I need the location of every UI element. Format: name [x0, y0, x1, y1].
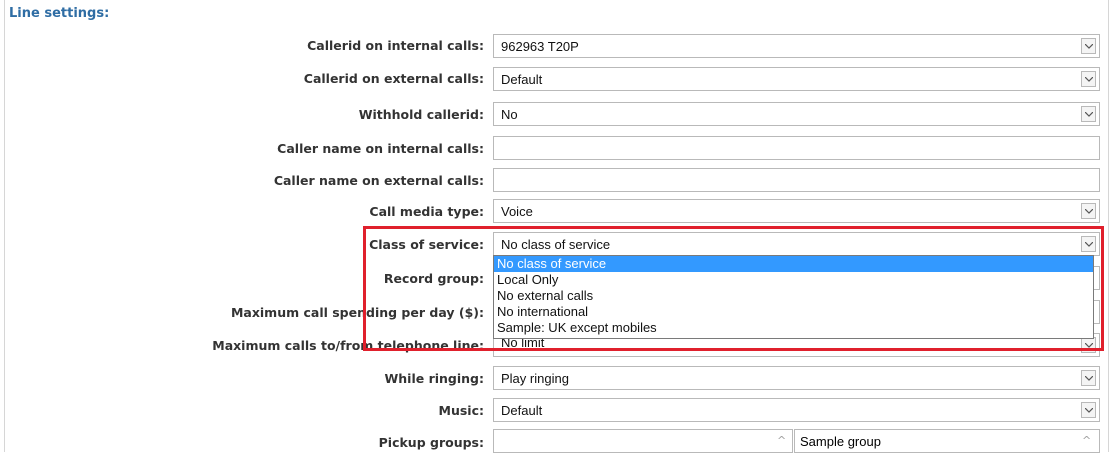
music-value: Default — [501, 403, 543, 418]
callerid-internal-select[interactable]: 962963 T20P — [493, 34, 1100, 58]
label-call-media-type: Call media type: — [369, 204, 484, 219]
label-max-call-spending: Maximum call spending per day ($): — [230, 305, 484, 320]
scroll-up-icon[interactable]: ^ — [1082, 434, 1091, 447]
callerid-internal-value: 962963 T20P — [501, 39, 579, 54]
dropdown-option[interactable]: No class of service — [494, 256, 1093, 272]
pickup-groups-available-list[interactable]: Sample group ^ — [794, 429, 1100, 453]
dropdown-option[interactable]: No external calls — [494, 288, 1093, 304]
caller-name-external-field[interactable] — [493, 168, 1100, 192]
caller-name-internal-field[interactable] — [493, 136, 1100, 160]
while-ringing-value: Play ringing — [501, 371, 569, 386]
music-select[interactable]: Default — [493, 398, 1100, 422]
label-callerid-external: Callerid on external calls: — [303, 71, 484, 86]
call-media-type-value: Voice — [501, 204, 533, 219]
dropdown-option[interactable]: No international — [494, 304, 1093, 320]
chevron-down-icon[interactable] — [1081, 203, 1096, 219]
label-caller-name-external: Caller name on external calls: — [273, 173, 484, 188]
chevron-down-icon[interactable] — [1081, 106, 1096, 122]
withhold-callerid-select[interactable]: No — [493, 102, 1100, 126]
callerid-external-value: Default — [501, 72, 543, 87]
pickup-groups-selected-list[interactable]: ^ — [493, 429, 793, 453]
pickup-group-item[interactable]: Sample group — [800, 434, 881, 449]
label-withhold-callerid: Withhold callerid: — [358, 107, 484, 122]
chevron-down-icon[interactable] — [1081, 236, 1096, 252]
class-of-service-value: No class of service — [501, 237, 611, 252]
label-pickup-groups: Pickup groups: — [378, 435, 484, 450]
section-title: Line settings: — [9, 6, 110, 21]
class-of-service-select[interactable]: No class of service — [493, 232, 1100, 256]
while-ringing-select[interactable]: Play ringing — [493, 366, 1100, 390]
chevron-down-icon[interactable] — [1081, 370, 1096, 386]
label-music: Music: — [438, 403, 484, 418]
label-record-group: Record group: — [383, 271, 484, 286]
withhold-callerid-value: No — [501, 107, 518, 122]
label-class-of-service: Class of service: — [369, 237, 484, 252]
chevron-down-icon[interactable] — [1081, 402, 1096, 418]
label-max-calls: Maximum calls to/from telephone line: — [212, 338, 484, 353]
class-of-service-dropdown[interactable]: No class of service Local Only No extern… — [493, 255, 1094, 339]
label-callerid-internal: Callerid on internal calls: — [307, 38, 484, 53]
dropdown-option[interactable]: Sample: UK except mobiles — [494, 320, 1093, 336]
label-while-ringing: While ringing: — [384, 371, 484, 386]
dropdown-option[interactable]: Local Only — [494, 272, 1093, 288]
call-media-type-select[interactable]: Voice — [493, 199, 1100, 223]
chevron-down-icon[interactable] — [1081, 337, 1096, 353]
callerid-external-select[interactable]: Default — [493, 67, 1100, 91]
label-caller-name-internal: Caller name on internal calls: — [277, 141, 484, 156]
chevron-down-icon[interactable] — [1081, 38, 1096, 54]
scroll-up-icon[interactable]: ^ — [777, 434, 786, 447]
chevron-down-icon[interactable] — [1081, 71, 1096, 87]
